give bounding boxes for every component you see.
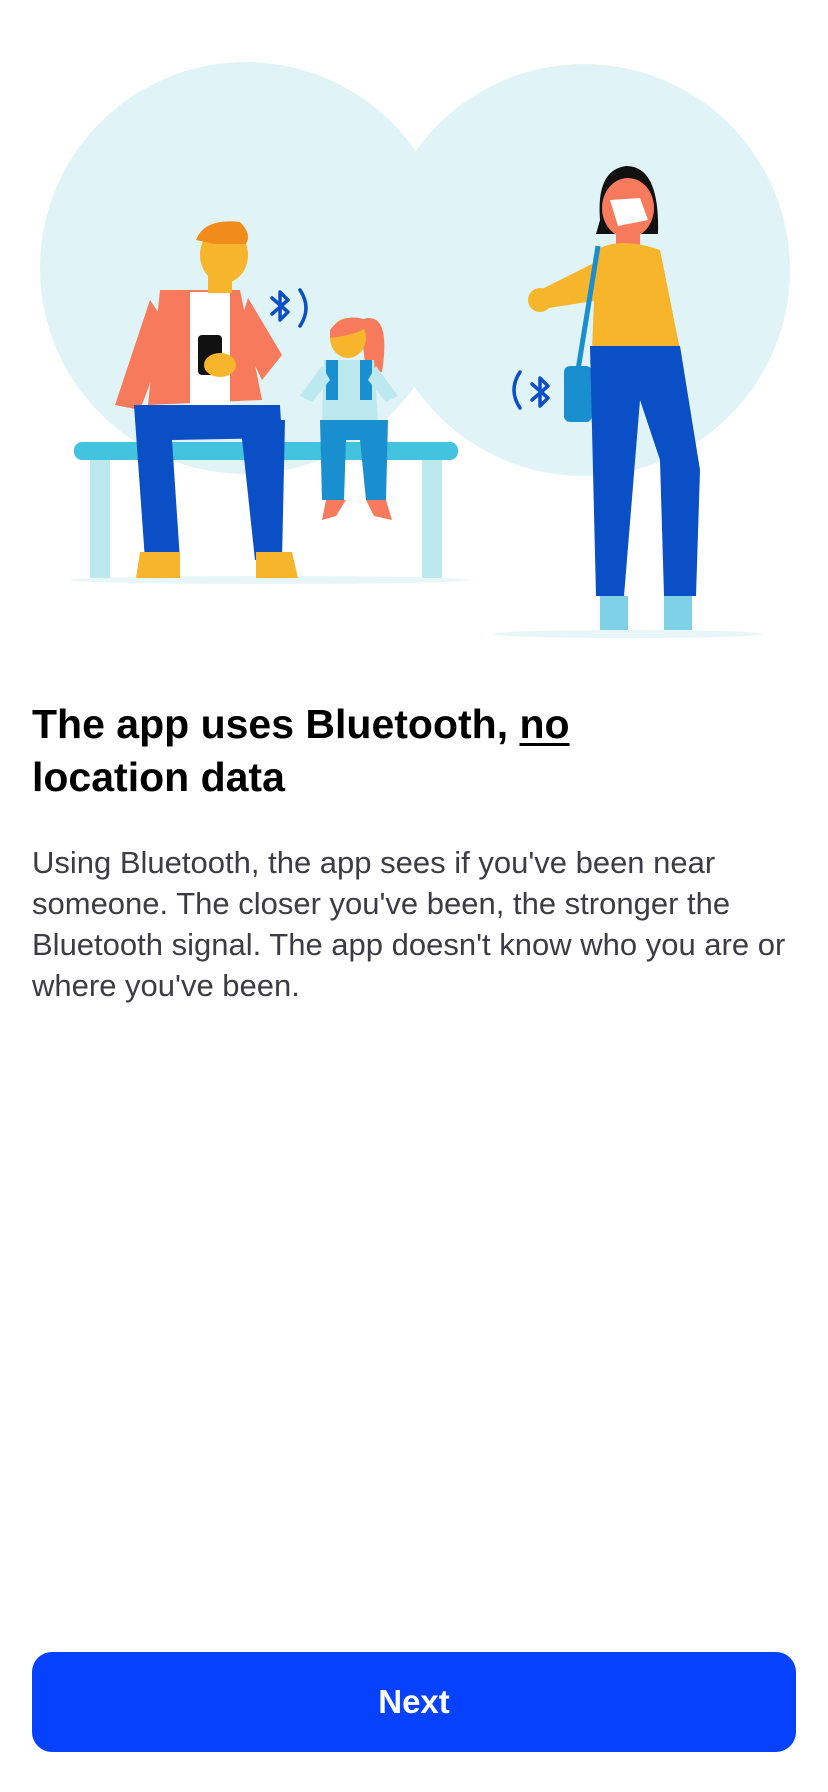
content: The app uses Bluetooth, no location data… (32, 698, 796, 1006)
title-text: The app uses Bluetooth, (32, 701, 520, 747)
title-underlined-text: no (519, 701, 570, 747)
page-title: The app uses Bluetooth, no location data (32, 698, 672, 804)
title-tail-text: location data (32, 754, 285, 800)
people-with-bluetooth-illustration (40, 62, 790, 638)
description-text: Using Bluetooth, the app sees if you've … (32, 845, 786, 1003)
illustration (0, 0, 828, 660)
next-button[interactable]: Next (32, 1652, 796, 1752)
